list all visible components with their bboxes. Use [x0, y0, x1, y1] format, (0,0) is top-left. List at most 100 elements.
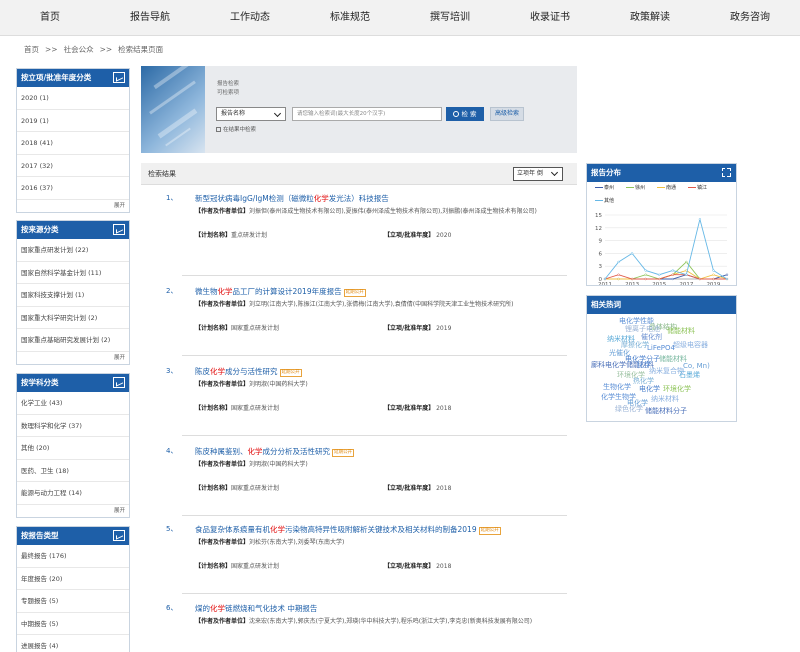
breadcrumb-item[interactable]: 首页	[24, 45, 39, 54]
result-title[interactable]: 陈皮种属鉴别、化学成分分析及活性研究 延期公开	[195, 446, 575, 457]
result-authors: 【作者及作者单位】刘松芬(东南大学),刘委琴(东南大学)	[195, 538, 570, 548]
sidebar-item[interactable]: 2018 (41)	[17, 132, 129, 155]
sidebar-group-header: 按立项/批准年度分类	[17, 69, 129, 87]
result-title[interactable]: 陈皮化学成分与活性研究 延期公开	[195, 366, 575, 377]
result-item: 1、 新型冠状病毒IgG/IgM检测（磁微粒化学发光法）科技报告 【作者及作者单位】…	[141, 187, 577, 276]
title-text: 煤的	[195, 604, 210, 613]
sidebar-group-title: 按立项/批准年度分类	[21, 73, 92, 82]
sidebar-item[interactable]: 2016 (37)	[17, 177, 129, 200]
result-title[interactable]: 新型冠状病毒IgG/IgM检测（磁微粒化学发光法）科技报告	[195, 193, 575, 204]
result-plan: 【计划名称】国家重点研发计划	[195, 484, 375, 494]
x-tick-label: 2019	[706, 282, 720, 285]
sidebar-item[interactable]: 专题报告 (5)	[17, 590, 129, 613]
data-point	[685, 260, 688, 264]
expand-link[interactable]: 展开	[17, 352, 129, 364]
result-plan: 【计划名称】国家重点研发计划	[195, 404, 375, 414]
nav-item-2[interactable]: 工作动态	[200, 0, 300, 35]
expand-link[interactable]: 展开	[17, 505, 129, 517]
result-authors: 【作者及作者单位】刘明淑(中国药科大学)	[195, 460, 570, 470]
authors-label: 【作者及作者单位】	[195, 618, 250, 625]
chart-icon	[113, 530, 125, 541]
authors-label: 【作者及作者单位】	[195, 301, 250, 308]
report-distribution-chart: 036912152011 2013 2015 2017 2019	[595, 213, 729, 285]
sidebar-group-1: 按来源分类 国家重点研发计划 (22) 国家自然科学基金计划 (11) 国家科技支撑计…	[16, 220, 130, 365]
sidebar-item[interactable]: 2019 (1)	[17, 110, 129, 132]
result-item: 4、 陈皮种属鉴别、化学成分分析及活性研究 延期公开 【作者及作者单位】刘明淑(中国药…	[141, 440, 577, 520]
highlight-keyword: 化学	[210, 367, 225, 376]
result-title[interactable]: 食品复杂体系痕量有机化学污染物高特异性吸附解析关键技术及相关材料的制备2019 延…	[195, 524, 575, 535]
title-text: 成分与活性研究	[225, 367, 278, 376]
sidebar-item[interactable]: 数理科学和化学 (37)	[17, 415, 129, 437]
result-title[interactable]: 微生物化学品工厂的计算设计2019年度报告 延期公开	[195, 286, 575, 297]
sidebar-group-title: 按学科分类	[21, 378, 59, 387]
nav-item-0[interactable]: 首页	[0, 0, 100, 35]
hot-word[interactable]: 石墨烯	[679, 370, 700, 380]
data-point	[712, 269, 715, 272]
search-in-results-checkbox[interactable]: 在结果中检索	[216, 125, 256, 133]
hot-word[interactable]: 纳米材料	[651, 394, 679, 404]
search-input[interactable]: 请您输入检索词(最大长度20个汉字)	[292, 107, 442, 121]
nav-item-6[interactable]: 政策解读	[600, 0, 700, 35]
hot-word[interactable]: Co, Mn)	[683, 362, 710, 370]
year-label: 【立项/批准年度】	[384, 232, 435, 239]
hot-word[interactable]: LiFePO4	[647, 344, 675, 352]
nav-item-1[interactable]: 报告导航	[100, 0, 200, 35]
hot-word[interactable]: 电化学	[639, 384, 660, 394]
breadcrumb-item[interactable]: 检索结果页面	[118, 45, 163, 54]
sidebar-item[interactable]: 国家自然科学基金计划 (11)	[17, 262, 129, 284]
search-sub-label: 可检索项	[217, 90, 240, 96]
sidebar-item[interactable]: 最终报告 (176)	[17, 545, 129, 568]
nav-item-4[interactable]: 撰写培训	[400, 0, 500, 35]
authors-value: 刘明淑(中国药科大学)	[249, 381, 308, 388]
search-in-results-label: 在结果中检索	[223, 127, 257, 133]
sidebar-item[interactable]: 化学工业 (43)	[17, 392, 129, 415]
result-divider	[182, 275, 567, 276]
data-point	[617, 277, 620, 281]
nav-item-3[interactable]: 标准规范	[300, 0, 400, 35]
breadcrumb-item[interactable]: 社会公众	[64, 45, 94, 54]
sidebar-item[interactable]: 2017 (32)	[17, 155, 129, 177]
sidebar-item[interactable]: 国家重点研发计划 (22)	[17, 239, 129, 262]
hot-word[interactable]: 超级电容器	[673, 340, 708, 350]
sidebar-item[interactable]: 国家科技支撑计划 (1)	[17, 284, 129, 307]
sort-select[interactable]: 立项年 倒	[513, 167, 563, 181]
title-text: 污染物高特异性吸附解析关键技术及相关材料的制备2019	[285, 525, 477, 534]
title-text: 陈皮种属鉴别、	[195, 447, 248, 456]
hot-word[interactable]: 储能材料分子	[645, 406, 687, 416]
delayed-publish-badge: 延期公开	[332, 449, 354, 457]
chart-icon	[113, 72, 125, 83]
sidebar-item[interactable]: 国家重大科学研究计划 (2)	[17, 307, 129, 329]
sidebar-item[interactable]: 中期报告 (5)	[17, 613, 129, 635]
result-year: 【立项/批准年度】 2018	[384, 562, 534, 572]
result-title[interactable]: 煤的化学链燃烧和气化技术 中期报告	[195, 603, 575, 614]
hot-word[interactable]: 环境化学	[663, 384, 691, 394]
sidebar-item[interactable]: 其他 (20)	[17, 437, 129, 460]
sidebar-item[interactable]: 医药、卫生 (18)	[17, 460, 129, 482]
report-distribution-header: 报告分布	[587, 164, 736, 182]
hot-word[interactable]: 绿色化学	[615, 404, 643, 414]
sidebar-item[interactable]: 进展报告 (4)	[17, 635, 129, 652]
expand-link[interactable]: 展开	[17, 200, 129, 212]
nav-item-5[interactable]: 收录证书	[500, 0, 600, 35]
sidebar-item[interactable]: 年度报告 (20)	[17, 568, 129, 590]
hot-word[interactable]: 储能材料	[667, 326, 695, 336]
delayed-publish-badge: 延期公开	[343, 289, 366, 297]
advanced-search-button[interactable]: 高级检索	[490, 107, 524, 121]
sidebar-group-header: 按报告类型	[17, 527, 129, 545]
sidebar-item[interactable]: 能源与动力工程 (14)	[17, 482, 129, 505]
highlight-keyword: 化学	[313, 194, 329, 203]
hot-word[interactable]: 生物化学	[603, 382, 631, 392]
data-point	[671, 277, 674, 281]
data-point	[725, 273, 729, 276]
result-divider	[182, 515, 567, 516]
delayed-publish-badge: 延期公开	[478, 527, 501, 535]
hot-words-panel: 相关热词 电化学性能 晶体结构 锂离子电池 储能材料 催化剂 纳米材料 摩擦化学 超级电容器 L…	[586, 295, 737, 422]
search-field-select[interactable]: 报告名称	[216, 107, 286, 121]
fullscreen-icon[interactable]	[721, 167, 731, 177]
nav-item-7[interactable]: 政务咨询	[700, 0, 800, 35]
data-point	[712, 273, 715, 276]
search-button[interactable]: 检 索	[446, 107, 484, 121]
sidebar-item[interactable]: 国家重点基础研究发展计划 (2)	[17, 329, 129, 352]
sidebar-item[interactable]: 2020 (1)	[17, 87, 129, 110]
data-point	[644, 277, 647, 281]
